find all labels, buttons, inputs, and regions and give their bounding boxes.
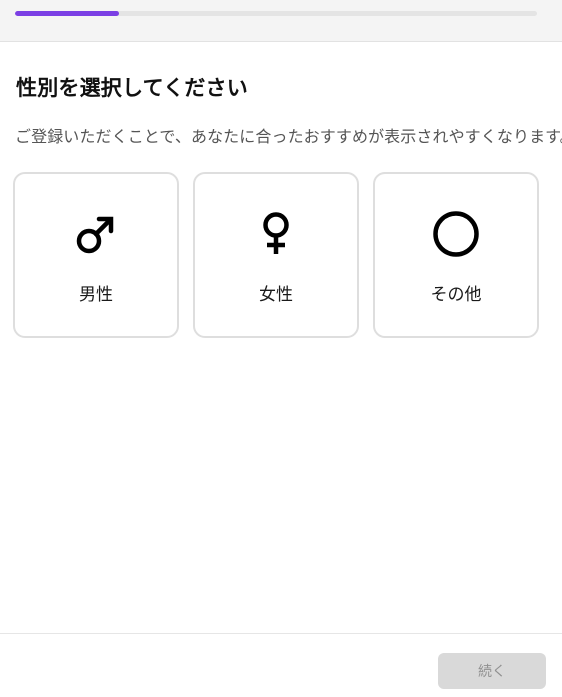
page-title: 性別を選択してください <box>16 76 248 100</box>
female-symbol-icon <box>195 208 357 260</box>
progress-bar <box>15 11 537 16</box>
footer-bar: 続く <box>0 633 562 697</box>
progress-header <box>0 0 562 42</box>
page-subtitle: ご登録いただくことで、あなたに合ったおすすめが表示されやすくなります。 <box>15 127 562 146</box>
progress-bar-fill <box>15 11 120 16</box>
gender-option-label: 女性 <box>259 285 293 305</box>
male-symbol-icon <box>15 208 177 260</box>
gender-option-label: 男性 <box>79 285 113 305</box>
gender-option-other[interactable]: その他 <box>373 172 539 338</box>
gender-selection-page: 性別を選択してください ご登録いただくことで、あなたに合ったおすすめが表示されや… <box>0 0 562 697</box>
circle-icon <box>375 208 537 260</box>
gender-option-label: その他 <box>430 285 482 305</box>
gender-option-female[interactable]: 女性 <box>193 172 359 338</box>
gender-option-male[interactable]: 男性 <box>13 172 179 338</box>
continue-button[interactable]: 続く <box>438 653 546 689</box>
gender-options: 男性 女性 その他 <box>13 172 539 338</box>
